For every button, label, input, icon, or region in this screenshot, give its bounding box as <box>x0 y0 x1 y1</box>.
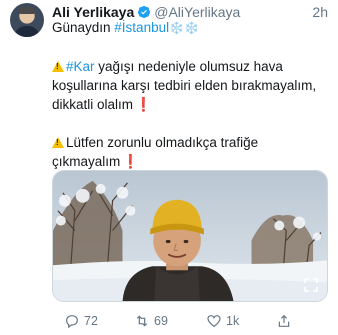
heart-icon <box>207 315 221 328</box>
tweet-actions: 72 69 1k <box>52 312 332 330</box>
hashtag-istanbul[interactable]: #İstanbul <box>114 20 169 35</box>
snowflake-emoji: ❄️❄️ <box>169 21 199 35</box>
hashtag-kar[interactable]: #Kar <box>66 59 95 74</box>
tweet-paragraph-2: Lütfen zorunlu olmadıkça trafiğe çıkmaya… <box>52 133 332 171</box>
tweet-body: Günaydın #İstanbul❄️❄️ #Kar yağışı neden… <box>52 18 332 171</box>
retweet-count: 69 <box>154 314 168 328</box>
share-button[interactable] <box>276 312 296 330</box>
exclamation-icon: ❗ <box>135 97 152 112</box>
tweet-photo[interactable] <box>52 170 328 302</box>
retweet-icon <box>136 315 148 327</box>
reply-button[interactable]: 72 <box>64 312 98 330</box>
reply-count: 72 <box>84 314 98 328</box>
tweet-paragraph-1: #Kar yağışı nedeniyle olumsuz hava koşul… <box>52 57 332 114</box>
verified-badge-icon <box>138 5 151 19</box>
expand-icon[interactable] <box>303 277 319 293</box>
like-count: 1k <box>226 314 240 328</box>
avatar[interactable] <box>10 3 44 37</box>
tweet-card[interactable]: Ali Yerlikaya @AliYerlikaya 2h Günaydın … <box>0 0 338 335</box>
like-button[interactable]: 1k <box>206 312 239 330</box>
reply-icon <box>66 315 78 329</box>
warning-icon <box>52 61 64 72</box>
exclamation-icon: ❗ <box>122 154 140 169</box>
tweet-line-greeting: Günaydın #İstanbul❄️❄️ <box>52 20 199 35</box>
share-icon <box>278 314 290 327</box>
warning-icon <box>52 137 64 148</box>
snow-scene-image <box>53 171 327 301</box>
retweet-button[interactable]: 69 <box>134 312 168 330</box>
